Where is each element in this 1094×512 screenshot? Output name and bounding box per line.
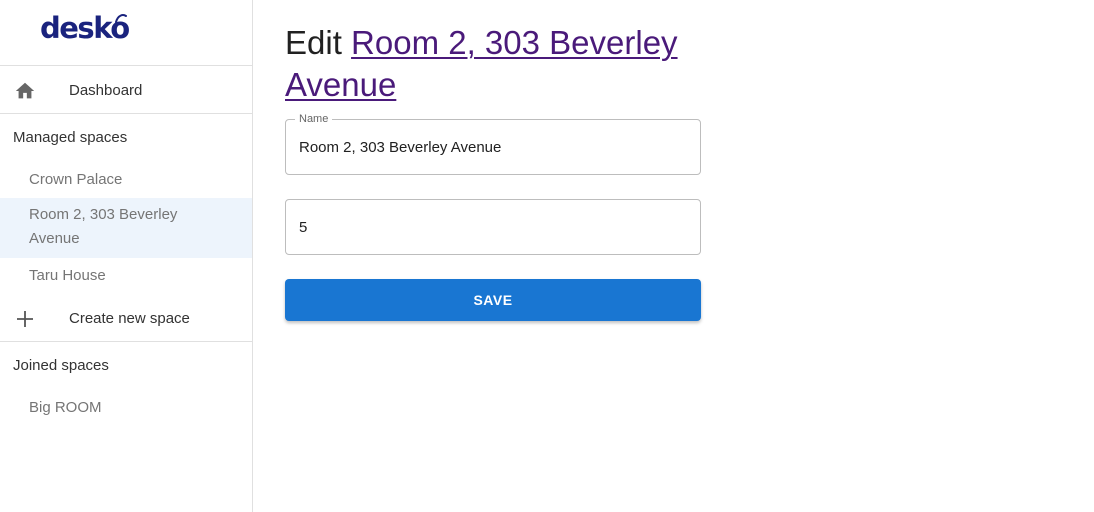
create-new-space-button[interactable]: Create new space (0, 294, 252, 342)
capacity-input[interactable] (286, 200, 700, 254)
name-field: Name (285, 112, 701, 175)
sidebar-item-big-room[interactable]: Big ROOM (0, 396, 252, 420)
sidebar-item-label: Dashboard (69, 81, 143, 99)
main-content: Edit Room 2, 303 Beverley Avenue Name SA… (253, 0, 1094, 512)
page-title: Edit Room 2, 303 Beverley Avenue (285, 22, 725, 106)
capacity-field (285, 199, 701, 255)
name-input[interactable] (286, 120, 700, 174)
sidebar-divider (0, 113, 252, 114)
app-root: desko Dashboard Managed spaces Crown Pal… (0, 0, 1094, 512)
space-link[interactable]: Room 2, 303 Beverley Avenue (285, 24, 678, 103)
logo-accent-icon (115, 14, 127, 23)
sidebar-item-taru-house[interactable]: Taru House (0, 264, 252, 288)
sidebar-item-room-2[interactable]: Room 2, 303 Beverley Avenue (0, 198, 252, 258)
sidebar-item-dashboard[interactable]: Dashboard (0, 66, 252, 114)
sidebar-item-label: Taru House (29, 267, 106, 284)
sidebar-item-crown-palace[interactable]: Crown Palace (0, 168, 252, 192)
sidebar-item-label: Room 2, 303 Beverley Avenue (29, 206, 178, 247)
create-new-space-label: Create new space (69, 309, 190, 327)
sidebar: desko Dashboard Managed spaces Crown Pal… (0, 0, 253, 512)
joined-spaces-heading: Joined spaces (13, 357, 109, 374)
sidebar-divider (0, 341, 252, 342)
sidebar-item-label: Crown Palace (29, 171, 123, 188)
save-button[interactable]: SAVE (285, 279, 701, 321)
home-icon (14, 80, 36, 102)
page-title-prefix: Edit (285, 24, 342, 61)
plus-icon (14, 308, 36, 330)
sidebar-item-label: Big ROOM (29, 399, 102, 416)
app-logo[interactable]: desko (40, 8, 130, 48)
managed-spaces-heading: Managed spaces (13, 129, 128, 146)
